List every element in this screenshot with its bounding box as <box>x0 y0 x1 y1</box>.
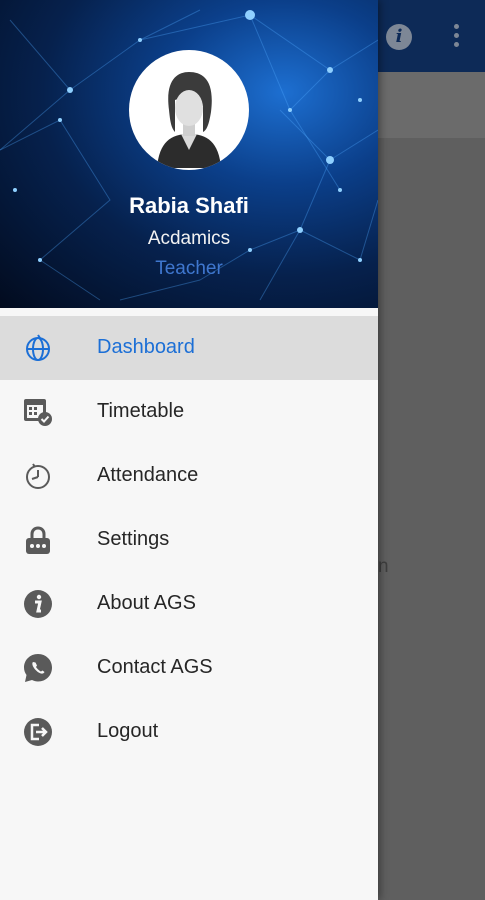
drawer-header: Rabia Shafi Acdamics Teacher <box>0 0 378 308</box>
menu-item-contact[interactable]: Contact AGS <box>0 636 378 700</box>
profile-name: Rabia Shafi <box>129 193 249 218</box>
info-icon[interactable]: i <box>386 24 412 50</box>
logout-icon <box>24 718 52 746</box>
menu-item-settings[interactable]: Settings <box>0 508 378 572</box>
menu-item-timetable[interactable]: Timetable <box>0 380 378 444</box>
navigation-drawer: Rabia Shafi Acdamics Teacher Dashboard T… <box>0 0 378 900</box>
app-partial-text: n <box>378 556 389 577</box>
menu-item-about[interactable]: About AGS <box>0 572 378 636</box>
menu-item-attendance[interactable]: Attendance <box>0 444 378 508</box>
lock-icon <box>26 526 50 554</box>
menu-item-label: Dashboard <box>97 336 195 358</box>
female-user-icon <box>157 72 221 168</box>
whatsapp-icon <box>24 654 52 682</box>
menu-item-label: About AGS <box>97 592 196 614</box>
menu-item-label: Contact AGS <box>97 656 213 678</box>
more-options-icon[interactable] <box>448 24 464 52</box>
profile-department: Acdamics <box>147 228 231 249</box>
calendar-check-icon <box>24 399 52 426</box>
menu-item-label: Settings <box>97 528 170 550</box>
menu-item-label: Timetable <box>97 400 185 422</box>
info-icon <box>24 590 52 618</box>
profile-role: Teacher <box>155 258 223 279</box>
menu-item-label: Attendance <box>97 464 199 486</box>
avatar[interactable] <box>129 50 249 170</box>
clock-icon <box>26 463 50 489</box>
menu-item-logout[interactable]: Logout <box>0 700 378 764</box>
drawer-menu: Dashboard Timetable Attendance Settings … <box>0 316 378 764</box>
globe-icon <box>26 334 50 361</box>
menu-item-dashboard[interactable]: Dashboard <box>0 316 378 380</box>
menu-item-label: Logout <box>97 720 159 742</box>
